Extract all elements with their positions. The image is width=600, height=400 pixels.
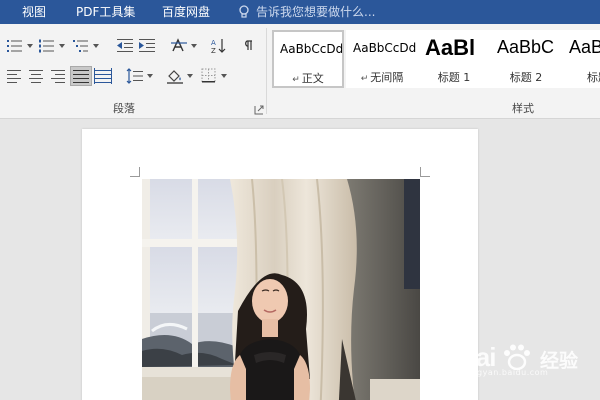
align-right-icon	[51, 70, 65, 83]
chevron-down-icon	[27, 44, 33, 48]
decrease-indent-button[interactable]	[114, 36, 136, 56]
tab-baidu-netdisk[interactable]: 百度网盘	[162, 0, 210, 24]
bullets-dropdown[interactable]	[26, 36, 34, 56]
chevron-down-icon	[187, 74, 193, 78]
lightbulb-icon	[239, 5, 249, 18]
distributed-button[interactable]	[92, 66, 114, 86]
ribbon-tab-bar: 视图 PDF工具集 百度网盘 告诉我您想要做什么...	[0, 0, 600, 24]
sort-icon: A Z	[211, 39, 226, 54]
borders-button[interactable]	[198, 66, 220, 86]
photo-woman-by-window	[142, 179, 420, 400]
multilevel-list-icon	[73, 40, 88, 52]
style-name: 标题 2	[509, 71, 543, 84]
margin-corner-mark	[420, 167, 430, 177]
multilevel-list-dropdown[interactable]	[92, 36, 100, 56]
svg-text:Z: Z	[211, 47, 216, 54]
style-heading-2[interactable]: AaBbC 标题 2	[490, 30, 562, 88]
svg-text:A: A	[211, 39, 216, 47]
word-window: 视图 PDF工具集 百度网盘 告诉我您想要做什么... A Z 段落 AaBbC…	[0, 0, 600, 400]
chevron-down-icon	[221, 74, 227, 78]
asian-layout-button[interactable]	[168, 36, 190, 56]
style-title[interactable]: AaB 标题	[562, 30, 600, 88]
paragraph-dialog-launcher-icon[interactable]	[254, 105, 264, 115]
chevron-down-icon	[147, 74, 153, 78]
numbering-icon	[39, 39, 54, 53]
increase-indent-button[interactable]	[136, 36, 158, 56]
bullets-icon	[7, 40, 22, 52]
align-left-button[interactable]	[4, 66, 26, 86]
asian-layout-dropdown[interactable]	[190, 36, 198, 56]
sort-button[interactable]: A Z	[208, 36, 230, 56]
style-heading-1[interactable]: AaBl 标题 1	[418, 30, 490, 88]
numbering-dropdown[interactable]	[58, 36, 66, 56]
align-center-button[interactable]	[26, 66, 48, 86]
document-page[interactable]	[82, 129, 478, 400]
multilevel-list-button[interactable]	[70, 36, 92, 56]
numbering-button[interactable]	[36, 36, 58, 56]
margin-corner-mark	[130, 167, 140, 177]
borders-icon	[201, 68, 216, 83]
style-no-spacing[interactable]: AaBbCcDd ↵ 无间隔	[346, 30, 418, 88]
justify-button[interactable]	[70, 66, 92, 86]
inserted-photo[interactable]	[142, 179, 420, 400]
line-spacing-icon	[126, 68, 143, 84]
show-hide-marks-button[interactable]	[238, 36, 260, 56]
paint-bucket-icon	[167, 70, 183, 84]
tell-me-placeholder: 告诉我您想要做什么...	[256, 5, 376, 19]
shading-button[interactable]	[164, 66, 186, 86]
decrease-indent-icon	[117, 39, 133, 52]
increase-indent-icon	[139, 39, 155, 52]
style-sample: AaBbCcDd	[353, 41, 417, 55]
bullets-button[interactable]	[4, 36, 26, 56]
line-spacing-button[interactable]	[124, 66, 146, 86]
chevron-down-icon	[191, 44, 197, 48]
group-separator	[266, 28, 267, 114]
style-sample: AaBbC	[497, 37, 555, 57]
borders-dropdown[interactable]	[220, 66, 228, 86]
distributed-icon	[94, 68, 112, 84]
paragraph-group-label: 段落	[113, 102, 135, 115]
style-sample: AaB	[569, 37, 600, 57]
pilcrow-icon	[245, 40, 252, 50]
style-sample: AaBbCcDd	[280, 42, 344, 56]
align-right-button[interactable]	[48, 66, 70, 86]
style-name: 标题	[587, 71, 600, 84]
style-name: 正文	[301, 72, 324, 85]
asian-layout-icon	[171, 38, 187, 52]
paragraph-mark-icon: ↵	[292, 75, 300, 85]
baidu-jingyan-watermark: Bai 经验 jingyan.baidu.com	[458, 338, 588, 382]
chevron-down-icon	[59, 44, 65, 48]
shading-dropdown[interactable]	[186, 66, 194, 86]
paragraph-mark-icon: ↵	[360, 74, 369, 84]
ribbon-home: A Z 段落 AaBbCcDd ↵ 正文 AaBbCcDd ↵ 无间隔 AaBl…	[0, 24, 600, 119]
styles-group-label: 样式	[512, 102, 534, 115]
style-normal[interactable]: AaBbCcDd ↵ 正文	[272, 30, 344, 88]
justify-icon	[73, 70, 89, 83]
line-spacing-dropdown[interactable]	[146, 66, 154, 86]
tell-me-search[interactable]: 告诉我您想要做什么...	[238, 0, 375, 24]
align-left-icon	[7, 70, 21, 83]
watermark-url: jingyan.baidu.com	[466, 368, 549, 377]
tab-view[interactable]: 视图	[22, 0, 46, 24]
tab-pdf-tools[interactable]: PDF工具集	[76, 0, 135, 24]
styles-gallery: AaBbCcDd ↵ 正文 AaBbCcDd ↵ 无间隔 AaBl 标题 1 AaB…	[270, 30, 600, 88]
chevron-down-icon	[93, 44, 99, 48]
style-sample: AaBl	[425, 35, 476, 60]
style-name: 无间隔	[370, 71, 404, 84]
paw-logo-icon	[504, 344, 530, 370]
align-center-icon	[29, 70, 43, 83]
style-name: 标题 1	[437, 71, 471, 84]
